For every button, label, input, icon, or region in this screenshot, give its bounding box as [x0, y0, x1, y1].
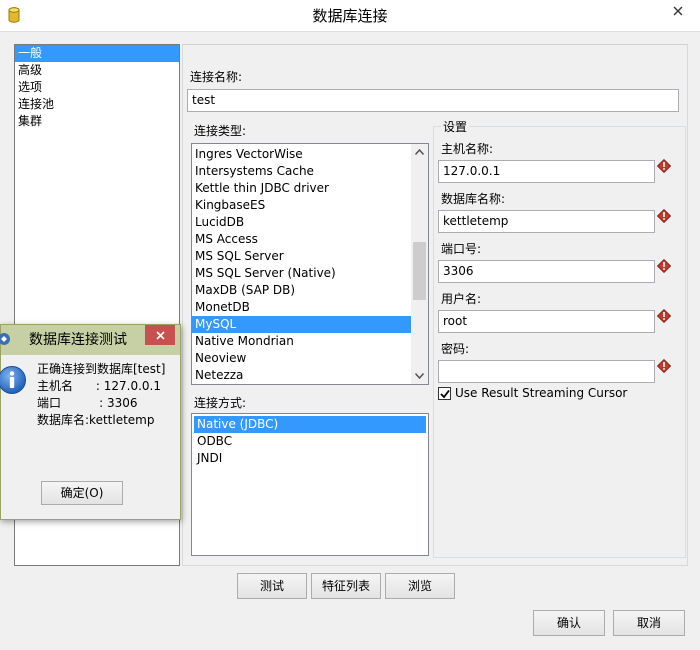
list-item[interactable]: Neoview [192, 350, 411, 367]
list-item[interactable]: Intersystems Cache [192, 163, 411, 180]
list-item[interactable]: Netezza [192, 367, 411, 384]
user-input[interactable]: root [438, 310, 655, 333]
list-item[interactable]: MS SQL Server [192, 248, 411, 265]
list-item[interactable]: LucidDB [192, 214, 411, 231]
nav-item-cluster[interactable]: 集群 [15, 113, 179, 130]
dialog-title-bar: 数据库连接测试 [0, 325, 180, 355]
dialog-title: 数据库连接测试 [29, 332, 127, 348]
db-name-label: 数据库名称: [441, 192, 506, 206]
list-item[interactable]: KingbaseES [192, 197, 411, 214]
dialog-close-button[interactable] [145, 325, 175, 345]
required-diamond-icon [657, 309, 671, 323]
test-button[interactable]: 测试 [237, 573, 307, 599]
list-item[interactable]: Ingres VectorWise [192, 146, 411, 163]
cancel-button[interactable]: 取消 [613, 610, 685, 636]
dialog-message-line: 主机名 : 127.0.0.1 [37, 379, 161, 393]
window-close-button[interactable] [660, 0, 696, 22]
conn-type-list[interactable]: Ingres VectorWise Intersystems Cache Ket… [191, 143, 429, 385]
nav-item-general[interactable]: 一般 [15, 45, 179, 62]
list-item[interactable]: JNDI [194, 450, 426, 467]
list-item[interactable]: MaxDB (SAP DB) [192, 282, 411, 299]
required-diamond-icon [657, 359, 671, 373]
scroll-thumb[interactable] [413, 242, 426, 300]
scroll-up-arrow-icon[interactable] [415, 149, 424, 155]
host-input[interactable]: 127.0.0.1 [438, 160, 655, 183]
database-cylinder-icon [8, 7, 20, 23]
dialog-message-line: 端口 : 3306 [37, 396, 138, 410]
checkmark-icon [440, 389, 450, 399]
password-label: 密码: [441, 342, 470, 356]
scroll-down-arrow-icon[interactable] [415, 373, 424, 379]
db-name-input[interactable]: kettletemp [438, 210, 655, 233]
conn-type-label: 连接类型: [194, 124, 247, 138]
nav-item-advanced[interactable]: 高级 [15, 62, 179, 79]
window-title: 数据库连接 [312, 7, 388, 25]
close-icon [155, 330, 165, 340]
settings-group-label: 设置 [441, 118, 470, 135]
access-method-list[interactable]: Native (JDBC) ODBC JNDI [191, 413, 429, 556]
streaming-checkbox[interactable] [438, 387, 451, 400]
nav-item-pooling[interactable]: 连接池 [15, 96, 179, 113]
dialog-ok-button[interactable]: 确定(O) [41, 481, 123, 505]
port-input[interactable]: 3306 [438, 260, 655, 283]
host-label: 主机名称: [441, 142, 494, 156]
list-item[interactable]: MonetDB [192, 299, 411, 316]
dialog-message-line: 正确连接到数据库[test] [37, 362, 166, 376]
nav-item-options[interactable]: 选项 [15, 79, 179, 96]
conn-name-input[interactable]: test [187, 89, 679, 112]
list-item[interactable]: Kettle thin JDBC driver [192, 180, 411, 197]
list-item-selected[interactable]: MySQL [192, 316, 411, 333]
conn-name-label: 连接名称: [190, 70, 243, 84]
port-label: 端口号: [441, 242, 482, 256]
ok-button[interactable]: 确认 [533, 610, 605, 636]
connection-test-dialog: 数据库连接测试 正确连接到数据库[test] 主机名 : 127.0.0.1 端… [0, 324, 181, 520]
list-item[interactable]: MS SQL Server (Native) [192, 265, 411, 282]
features-button[interactable]: 特征列表 [311, 573, 381, 599]
list-item-selected[interactable]: Native (JDBC) [194, 416, 426, 433]
close-icon [673, 6, 683, 16]
required-diamond-icon [657, 259, 671, 273]
user-label: 用户名: [441, 292, 482, 306]
list-item[interactable]: ODBC [194, 433, 426, 450]
title-bar: 数据库连接 [0, 0, 700, 32]
dialog-message-line: 数据库名:kettletemp [37, 413, 155, 427]
required-diamond-icon [657, 159, 671, 173]
streaming-label: Use Result Streaming Cursor [455, 386, 628, 400]
conn-type-scrollbar[interactable] [411, 144, 428, 384]
list-item[interactable]: MS Access [192, 231, 411, 248]
info-icon [0, 366, 26, 394]
dialog-body: 正确连接到数据库[test] 主机名 : 127.0.0.1 端口 : 3306… [0, 355, 180, 519]
access-label: 连接方式: [194, 396, 247, 410]
list-item[interactable]: Native Mondrian [192, 333, 411, 350]
required-diamond-icon [657, 209, 671, 223]
password-input[interactable] [438, 360, 655, 383]
dialog-app-icon [0, 333, 10, 345]
explore-button[interactable]: 浏览 [385, 573, 455, 599]
